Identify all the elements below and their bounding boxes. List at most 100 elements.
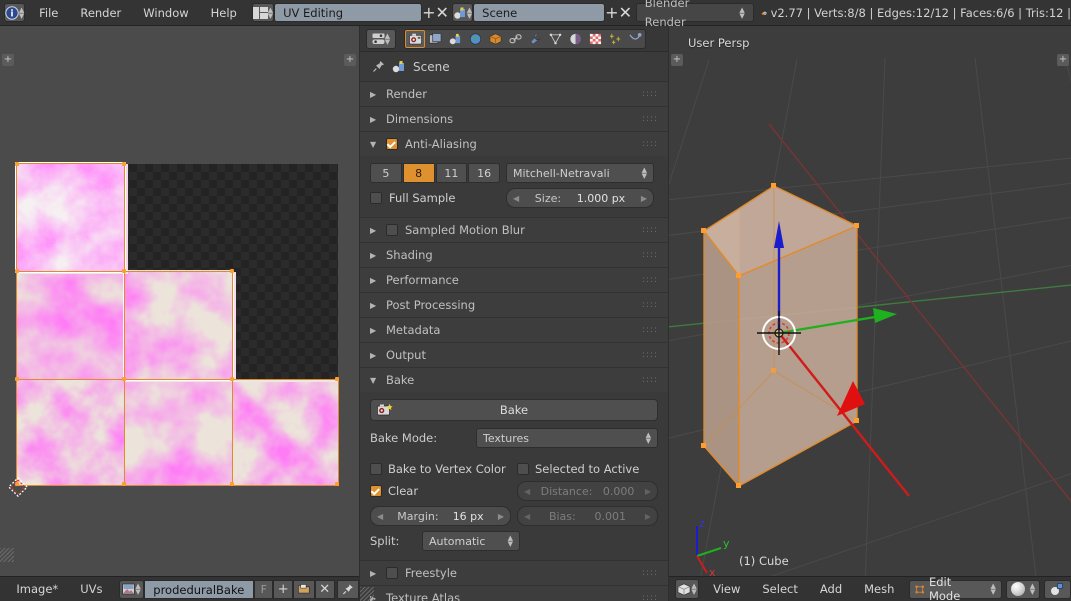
split-dropdown[interactable]: Automatic ▲ ▼: [422, 531, 520, 551]
increment-arrow-icon[interactable]: ▶: [498, 512, 504, 521]
decrement-arrow-icon[interactable]: ◀: [513, 194, 519, 203]
tab-particles[interactable]: [605, 30, 625, 48]
delete-layout-button[interactable]: ✕: [435, 3, 448, 23]
unlink-image-button[interactable]: ✕: [314, 579, 335, 599]
tab-world[interactable]: [465, 30, 485, 48]
viewport-menu-add[interactable]: Add: [809, 577, 853, 601]
uv-left-toolbar-toggle[interactable]: +: [2, 54, 14, 66]
panel-drag-grip[interactable]: ::::: [642, 376, 658, 385]
render-engine-spinner[interactable]: ▲ ▼: [739, 6, 744, 19]
panel-drag-grip[interactable]: ::::: [642, 351, 658, 360]
tab-physics[interactable]: [625, 30, 645, 48]
editor-type-info-selector[interactable]: ▲ ▼: [3, 3, 26, 22]
anti-aliasing-enable-checkbox[interactable]: [386, 138, 398, 150]
aa-filter-spinner[interactable]: ▲ ▼: [642, 167, 647, 180]
shading-spinner[interactable]: ▲ ▼: [1030, 583, 1035, 596]
panel-bake[interactable]: ▼ Bake :::: Bake Bake Mode: Textures ▲ ▼…: [360, 368, 668, 561]
viewport-right-toolbar-toggle[interactable]: +: [1057, 54, 1069, 66]
tab-render[interactable]: [405, 29, 425, 48]
aa-sample-16[interactable]: 16: [468, 163, 500, 183]
image-spinner[interactable]: ▲ ▼: [135, 583, 140, 596]
panel-output-header[interactable]: ▶ Output ::::: [360, 343, 668, 367]
tab-texture[interactable]: [585, 30, 605, 48]
tab-constraints[interactable]: [505, 30, 525, 48]
uv-image-area[interactable]: [15, 162, 339, 486]
uv-canvas[interactable]: + +: [0, 26, 359, 576]
viewport-left-toolbar-toggle[interactable]: +: [671, 54, 683, 66]
distance-field[interactable]: ◀ Distance: 0.000 ▶: [517, 481, 658, 501]
viewport-menu-mesh[interactable]: Mesh: [853, 577, 905, 601]
viewport-shading-selector[interactable]: ▲ ▼: [1005, 579, 1041, 599]
clear-checkbox[interactable]: [370, 485, 382, 497]
full-sample-checkbox[interactable]: [370, 192, 382, 204]
panel-render[interactable]: ▶ Render ::::: [360, 82, 668, 107]
panel-performance-header[interactable]: ▶ Performance ::::: [360, 268, 668, 292]
viewport-menu-select[interactable]: Select: [751, 577, 808, 601]
panel-shading[interactable]: ▶ Shading ::::: [360, 243, 668, 268]
clear-control[interactable]: Clear: [370, 484, 511, 498]
tab-material[interactable]: [565, 30, 585, 48]
bake-to-vertex-color-control[interactable]: Bake to Vertex Color: [370, 462, 511, 476]
selected-to-active-control[interactable]: Selected to Active: [517, 462, 658, 476]
menu-file[interactable]: File: [28, 0, 69, 26]
viewport-scene[interactable]: [669, 26, 1071, 576]
panel-texture-atlas-header[interactable]: ▶ Texture Atlas ::::: [360, 586, 668, 601]
uv-vertex[interactable]: [230, 482, 234, 486]
full-sample-control[interactable]: Full Sample: [370, 191, 500, 205]
selected-to-active-checkbox[interactable]: [517, 463, 529, 475]
aa-sample-5[interactable]: 5: [370, 163, 402, 183]
snap-selector[interactable]: [1044, 579, 1071, 599]
3d-viewport[interactable]: User Persp + + z y x (1) Cube: [669, 26, 1071, 576]
screen-layout-name[interactable]: UV Editing: [274, 3, 423, 22]
bias-field[interactable]: ◀ Bias: 0.001 ▶: [517, 506, 658, 526]
menu-window[interactable]: Window: [132, 0, 199, 26]
pin-image-button[interactable]: [337, 579, 360, 599]
editor-type-3dview-selector[interactable]: ▲ ▼: [675, 579, 699, 599]
pin-icon[interactable]: [372, 60, 385, 73]
decrement-arrow-icon[interactable]: ◀: [377, 512, 383, 521]
editor-type-spinner[interactable]: ▲ ▼: [19, 6, 24, 19]
margin-field[interactable]: ◀ Margin: 16 px ▶: [370, 506, 511, 526]
menu-render[interactable]: Render: [69, 0, 132, 26]
panel-texture-atlas[interactable]: ▶ Texture Atlas ::::: [360, 586, 668, 601]
tab-modifiers[interactable]: [525, 30, 545, 48]
uv-vertex[interactable]: [15, 269, 19, 273]
fake-user-button[interactable]: F: [254, 579, 274, 599]
panel-drag-grip[interactable]: ::::: [642, 594, 658, 601]
decrement-arrow-icon[interactable]: ◀: [524, 512, 530, 521]
panel-drag-grip[interactable]: ::::: [642, 140, 658, 149]
uv-vertex[interactable]: [122, 482, 126, 486]
uv-vertex[interactable]: [122, 162, 126, 166]
add-scene-button[interactable]: +: [605, 3, 618, 23]
aa-size-field[interactable]: ◀ Size: 1.000 px ▶: [506, 188, 654, 208]
panel-dimensions-header[interactable]: ▶ Dimensions ::::: [360, 107, 668, 131]
interaction-mode-spinner[interactable]: ▲ ▼: [990, 583, 995, 596]
editor-spinner[interactable]: ▲ ▼: [385, 32, 390, 45]
panel-post-processing[interactable]: ▶ Post Processing ::::: [360, 293, 668, 318]
render-engine-selector[interactable]: Blender Render ▲ ▼: [635, 0, 754, 29]
properties-tab-group[interactable]: [404, 28, 646, 49]
interaction-mode-selector[interactable]: Edit Mode ▲ ▼: [908, 575, 1002, 601]
uv-vertex[interactable]: [335, 482, 339, 486]
panel-anti-aliasing[interactable]: ▼ Anti-Aliasing :::: 5 8 11 16 Mitchell-…: [360, 132, 668, 218]
panel-drag-grip[interactable]: ::::: [642, 251, 658, 260]
bake-mode-dropdown[interactable]: Textures ▲ ▼: [476, 428, 658, 448]
menu-help[interactable]: Help: [200, 0, 248, 26]
layout-spinner[interactable]: ▲ ▼: [268, 6, 273, 19]
aa-sample-11[interactable]: 11: [435, 163, 468, 183]
increment-arrow-icon[interactable]: ▶: [641, 194, 647, 203]
uv-vertex[interactable]: [230, 269, 234, 273]
area-resize-corner[interactable]: [0, 548, 14, 562]
aa-sample-8[interactable]: 8: [402, 163, 435, 183]
add-layout-button[interactable]: +: [422, 3, 435, 23]
scene-datablock-selector[interactable]: ▲ ▼: [451, 3, 474, 22]
panel-drag-grip[interactable]: ::::: [642, 326, 658, 335]
aa-filter-dropdown[interactable]: Mitchell-Netravali ▲ ▼: [506, 163, 654, 183]
uv-menu-image[interactable]: Image*: [5, 577, 69, 601]
uv-menu-uvs[interactable]: UVs: [69, 577, 113, 601]
new-image-button[interactable]: +: [273, 579, 294, 599]
panel-drag-grip[interactable]: ::::: [642, 569, 658, 578]
panel-drag-grip[interactable]: ::::: [642, 276, 658, 285]
increment-arrow-icon[interactable]: ▶: [645, 512, 651, 521]
editor-type-properties-selector[interactable]: ▲ ▼: [366, 28, 396, 49]
